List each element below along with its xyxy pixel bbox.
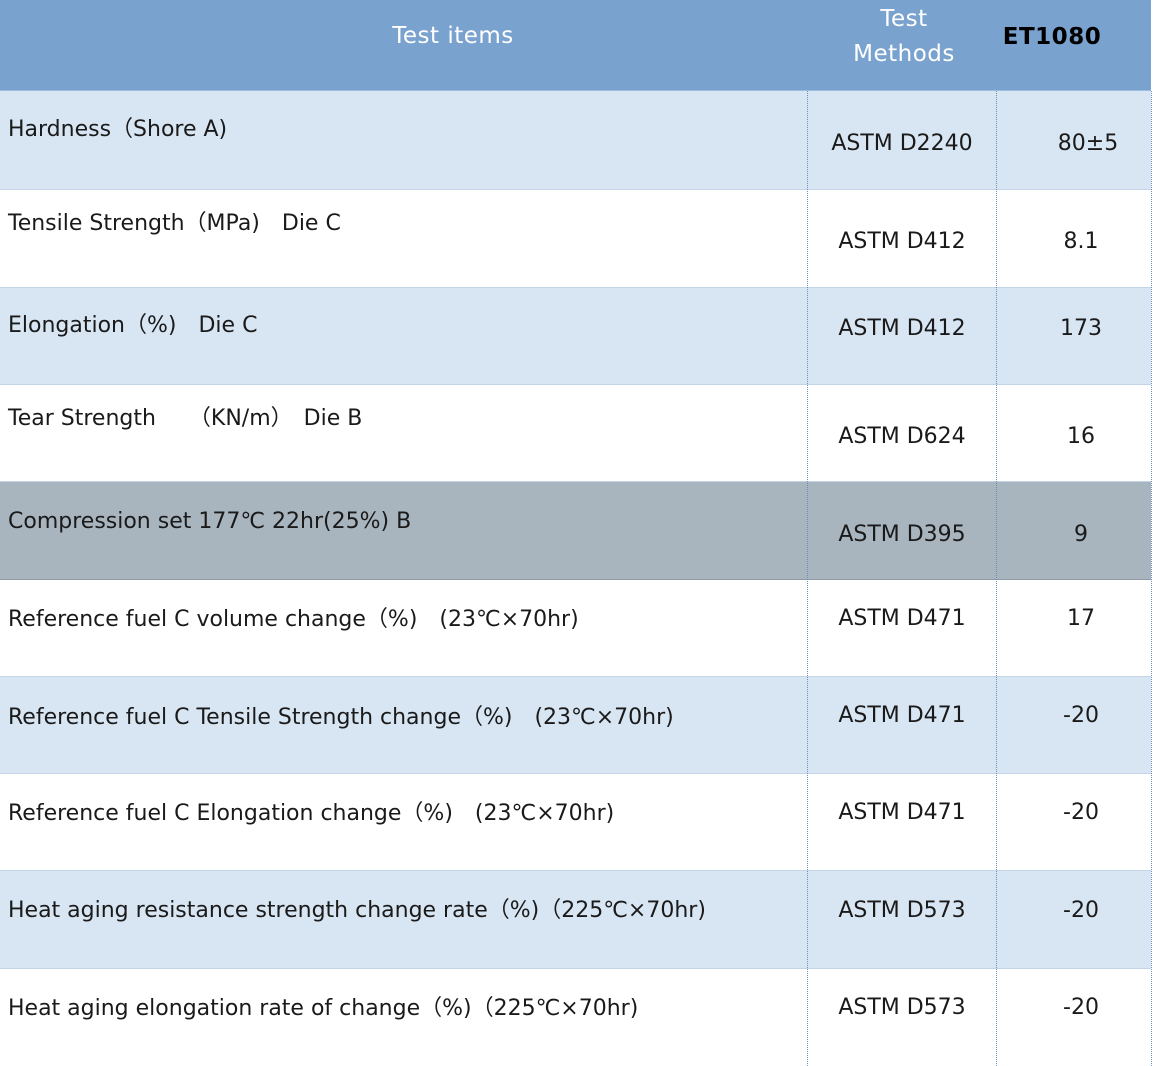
table-row: Elongation（%) Die C ASTM D412 173: [0, 288, 1151, 385]
column-divider: [996, 91, 997, 1066]
test-method: ASTM D412: [838, 316, 966, 341]
column-divider: [807, 91, 808, 1066]
table-row: Reference fuel C Tensile Strength change…: [0, 677, 1151, 774]
column-divider: [1151, 91, 1152, 1066]
test-method: ASTM D2240: [831, 131, 973, 156]
header-test-methods-label: Test Methods: [853, 6, 955, 67]
test-value: 17: [1067, 606, 1095, 631]
spec-table: Test items Test Methods ET1080 Hardness（…: [0, 0, 1154, 1066]
header-test-items: Test items: [392, 23, 514, 49]
header-product: ET1080: [1002, 24, 1102, 50]
test-item: Reference fuel C Tensile Strength change…: [8, 705, 674, 730]
table-header: Test items Test Methods ET1080: [0, 0, 1151, 92]
test-item: Heat aging elongation rate of change（%)（…: [8, 996, 639, 1021]
table-row: Heat aging resistance strength change ra…: [0, 871, 1151, 969]
table-row: Tear Strength （KN/m） Die B ASTM D624 16: [0, 385, 1151, 482]
test-value: -20: [1063, 898, 1099, 923]
test-method: ASTM D573: [838, 995, 966, 1020]
test-value: -20: [1063, 703, 1099, 728]
table-row: Heat aging elongation rate of change（%)（…: [0, 969, 1151, 1066]
test-method: ASTM D412: [838, 229, 966, 254]
test-method: ASTM D471: [838, 606, 966, 631]
test-value: -20: [1063, 800, 1099, 825]
table-row: Reference fuel C Elongation change（%) (2…: [0, 774, 1151, 871]
test-item: Heat aging resistance strength change ra…: [8, 898, 706, 923]
test-item: Hardness（Shore A): [8, 117, 228, 142]
test-method: ASTM D395: [838, 522, 966, 547]
test-item: Reference fuel C Elongation change（%) (2…: [8, 801, 615, 826]
test-value: -20: [1063, 995, 1099, 1020]
test-item: Reference fuel C volume change（%) (23℃×7…: [8, 607, 579, 632]
test-item: Tear Strength （KN/m） Die B: [8, 406, 363, 431]
test-value: 80±5: [1057, 131, 1119, 156]
test-value: 173: [1060, 316, 1102, 341]
test-item: Tensile Strength（MPa) Die C: [8, 211, 341, 236]
test-method: ASTM D573: [838, 898, 966, 923]
header-test-methods: Test Methods: [808, 2, 1000, 72]
test-method: ASTM D471: [838, 800, 966, 825]
test-method: ASTM D471: [838, 703, 966, 728]
table-row: Reference fuel C volume change（%) (23℃×7…: [0, 580, 1151, 677]
test-method: ASTM D624: [838, 424, 966, 449]
table-row: Compression set 177℃ 22hr(25%) B ASTM D3…: [0, 482, 1151, 580]
test-item: Compression set 177℃ 22hr(25%) B: [8, 509, 412, 534]
test-value: 9: [1074, 522, 1088, 547]
table-row: Tensile Strength（MPa) Die C ASTM D412 8.…: [0, 190, 1151, 288]
test-value: 16: [1067, 424, 1095, 449]
test-value: 8.1: [1063, 229, 1099, 254]
table-row: Hardness（Shore A) ASTM D2240 80±5: [0, 91, 1151, 190]
test-item: Elongation（%) Die C: [8, 313, 258, 338]
